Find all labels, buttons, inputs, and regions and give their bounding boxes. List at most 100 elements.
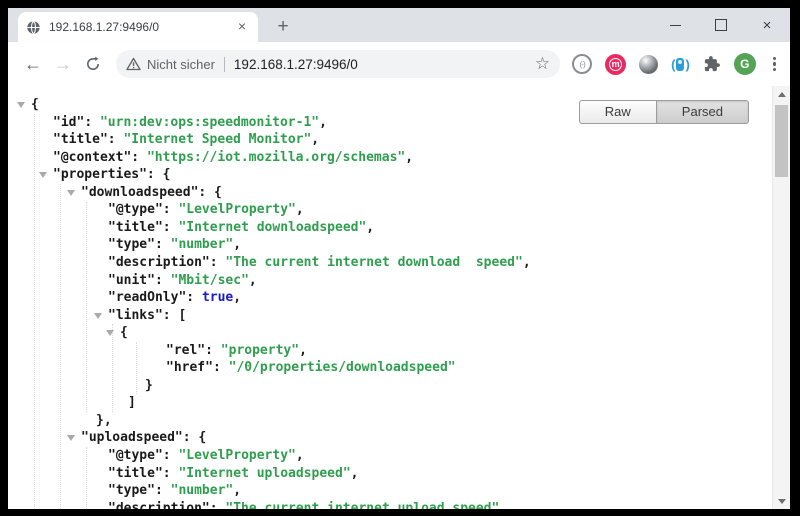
- json-string-value: "LevelProperty": [178, 448, 295, 463]
- json-string-value: "The current internet upload speed": [225, 501, 499, 509]
- json-key: "unit": [108, 273, 155, 288]
- json-line: "readOnly": true,: [8, 289, 773, 306]
- json-line: "type": "number",: [8, 236, 773, 253]
- json-key: "downloadspeed": [81, 185, 198, 200]
- json-key: "description": [108, 501, 210, 509]
- collapse-toggle-icon[interactable]: [39, 172, 47, 178]
- json-line: "href": "/0/properties/downloadspeed": [8, 359, 773, 376]
- json-punctuation: : [: [163, 308, 186, 323]
- json-punctuation: ,: [523, 255, 531, 270]
- extensions-puzzle-icon[interactable]: [703, 55, 721, 73]
- json-key: "rel": [166, 343, 205, 358]
- json-punctuation: :: [163, 202, 179, 217]
- bookmark-star-icon[interactable]: ☆: [535, 54, 550, 74]
- json-key: "title": [53, 132, 108, 147]
- scroll-up-icon[interactable]: [773, 86, 790, 102]
- extension-circle-icon[interactable]: (-): [572, 54, 592, 74]
- json-line: "unit": "Mbit/sec",: [8, 272, 773, 289]
- collapse-toggle-icon[interactable]: [106, 330, 114, 336]
- window-close-icon[interactable]: ×: [744, 8, 790, 42]
- json-key: "links": [108, 308, 163, 323]
- forward-icon[interactable]: →: [48, 49, 78, 79]
- json-string-value: "Internet downloadspeed": [178, 220, 366, 235]
- json-line: "description": "The current internet dow…: [8, 254, 773, 271]
- address-bar[interactable]: Nicht sicher 192.168.1.27:9496/0 ☆: [116, 50, 560, 78]
- scrollbar-thumb[interactable]: [775, 105, 788, 177]
- json-line: "description": "The current internet upl…: [8, 500, 773, 509]
- parsed-button[interactable]: Parsed: [657, 100, 749, 124]
- json-string-value: "property": [221, 343, 299, 358]
- json-key: "title": [108, 466, 163, 481]
- json-punctuation: :: [108, 132, 124, 147]
- json-line: "links": [: [8, 307, 773, 324]
- json-string-value: "/0/properties/downloadspeed": [229, 360, 456, 375]
- maximize-icon[interactable]: [698, 8, 744, 42]
- url-text[interactable]: 192.168.1.27:9496/0: [234, 57, 529, 72]
- json-line: "title": "Internet downloadspeed",: [8, 219, 773, 236]
- security-status-label[interactable]: Nicht sicher: [147, 57, 215, 72]
- scroll-down-icon[interactable]: [773, 493, 790, 509]
- json-line: "rel": "property",: [8, 342, 773, 359]
- json-punctuation: :: [155, 483, 171, 498]
- json-punctuation: :: [210, 501, 226, 509]
- json-line: "title": "Internet Speed Monitor",: [8, 131, 773, 148]
- json-punctuation: ,: [249, 273, 257, 288]
- json-punctuation: ,: [296, 202, 304, 217]
- json-punctuation: ,: [405, 150, 413, 165]
- json-punctuation: ,: [366, 220, 374, 235]
- json-string-value: "number": [171, 237, 234, 252]
- extension-sphere-icon[interactable]: [639, 55, 658, 74]
- json-punctuation: :: [163, 466, 179, 481]
- profile-avatar[interactable]: G: [734, 53, 756, 75]
- collapse-toggle-icon[interactable]: [17, 102, 25, 108]
- json-line: ]: [8, 394, 773, 411]
- tab-title: 192.168.1.27:9496/0: [49, 20, 234, 34]
- window-controls: ×: [652, 8, 790, 42]
- view-toggle: Raw Parsed: [579, 100, 749, 124]
- json-key: "type": [108, 483, 155, 498]
- back-icon[interactable]: ←: [18, 49, 48, 79]
- extension-icons: (-) m () G: [572, 53, 780, 75]
- json-key: "@context": [53, 150, 131, 165]
- raw-button[interactable]: Raw: [579, 100, 657, 124]
- extension-robot-icon[interactable]: (): [671, 57, 690, 72]
- json-bool-value: true: [202, 290, 233, 305]
- vertical-scrollbar[interactable]: [772, 86, 790, 509]
- json-punctuation: :: [186, 290, 202, 305]
- tab-close-icon[interactable]: ×: [234, 19, 250, 35]
- json-key: "readOnly": [108, 290, 186, 305]
- not-secure-warning-icon[interactable]: [126, 57, 141, 71]
- json-line: },: [8, 412, 773, 429]
- json-punctuation: ,: [233, 483, 241, 498]
- json-punctuation: :: [205, 343, 221, 358]
- extension-m-icon[interactable]: m: [605, 54, 626, 75]
- reload-icon[interactable]: [78, 49, 108, 79]
- json-string-value: "LevelProperty": [178, 202, 295, 217]
- json-punctuation: : {: [183, 430, 206, 445]
- browser-tab[interactable]: 192.168.1.27:9496/0 ×: [18, 12, 258, 42]
- json-punctuation: {: [31, 97, 39, 112]
- json-punctuation: : {: [198, 185, 221, 200]
- json-punctuation: :: [131, 150, 147, 165]
- json-punctuation: ,: [319, 115, 327, 130]
- json-punctuation: ,: [233, 237, 241, 252]
- json-punctuation: : {: [147, 167, 170, 182]
- json-key: "title": [108, 220, 163, 235]
- json-string-value: "The current internet download speed": [225, 255, 522, 270]
- browser-menu-icon[interactable]: [769, 54, 780, 75]
- json-punctuation: ,: [296, 448, 304, 463]
- json-line: "properties": {: [8, 166, 773, 183]
- json-line: "@type": "LevelProperty",: [8, 201, 773, 218]
- json-punctuation: :: [213, 360, 229, 375]
- collapse-toggle-icon[interactable]: [94, 313, 102, 319]
- collapse-toggle-icon[interactable]: [67, 435, 75, 441]
- json-punctuation: ,: [311, 132, 319, 147]
- collapse-toggle-icon[interactable]: [67, 190, 75, 196]
- browser-window: 192.168.1.27:9496/0 × + × ← →: [8, 8, 790, 509]
- json-line: "@context": "https://iot.mozilla.org/sch…: [8, 149, 773, 166]
- json-line: "uploadspeed": {: [8, 429, 773, 446]
- json-punctuation: ,: [299, 343, 307, 358]
- json-line: }: [8, 377, 773, 394]
- new-tab-button[interactable]: +: [270, 14, 296, 40]
- minimize-icon[interactable]: [652, 8, 698, 42]
